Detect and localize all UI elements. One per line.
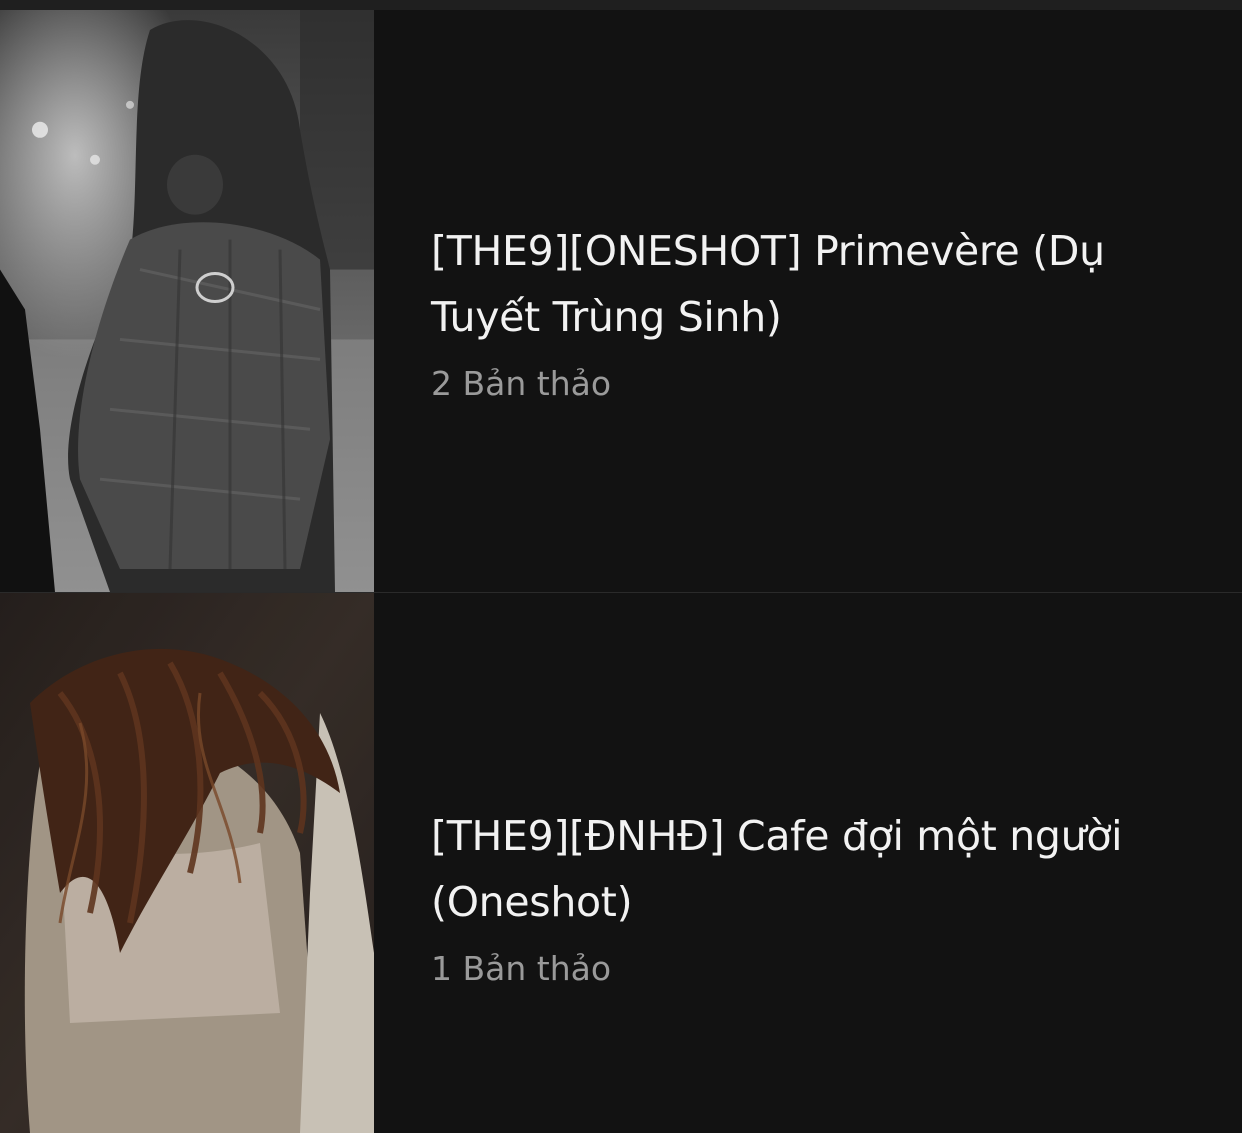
story-item[interactable]: [THE9][ONESHOT] Primevère (Dụ Tuyết Trùn… — [0, 10, 1242, 593]
cover-photo-sepia — [0, 593, 374, 1133]
draft-count: 1 Bản thảo — [431, 949, 612, 988]
top-bar — [0, 0, 1242, 10]
story-item[interactable]: [THE9][ĐNHĐ] Cafe đợi một người (Oneshot… — [0, 593, 1242, 1133]
story-cover-image[interactable] — [0, 593, 374, 1133]
story-cover-image[interactable] — [0, 10, 374, 592]
cover-photo-grayscale — [0, 10, 374, 592]
story-list: [THE9][ONESHOT] Primevère (Dụ Tuyết Trùn… — [0, 10, 1242, 1133]
story-info: [THE9][ONESHOT] Primevère (Dụ Tuyết Trùn… — [431, 218, 1202, 406]
story-title[interactable]: [THE9][ONESHOT] Primevère (Dụ Tuyết Trùn… — [431, 218, 1202, 350]
story-info: [THE9][ĐNHĐ] Cafe đợi một người (Oneshot… — [431, 803, 1202, 991]
draft-count: 2 Bản thảo — [431, 364, 612, 403]
story-title[interactable]: [THE9][ĐNHĐ] Cafe đợi một người (Oneshot… — [431, 803, 1202, 935]
